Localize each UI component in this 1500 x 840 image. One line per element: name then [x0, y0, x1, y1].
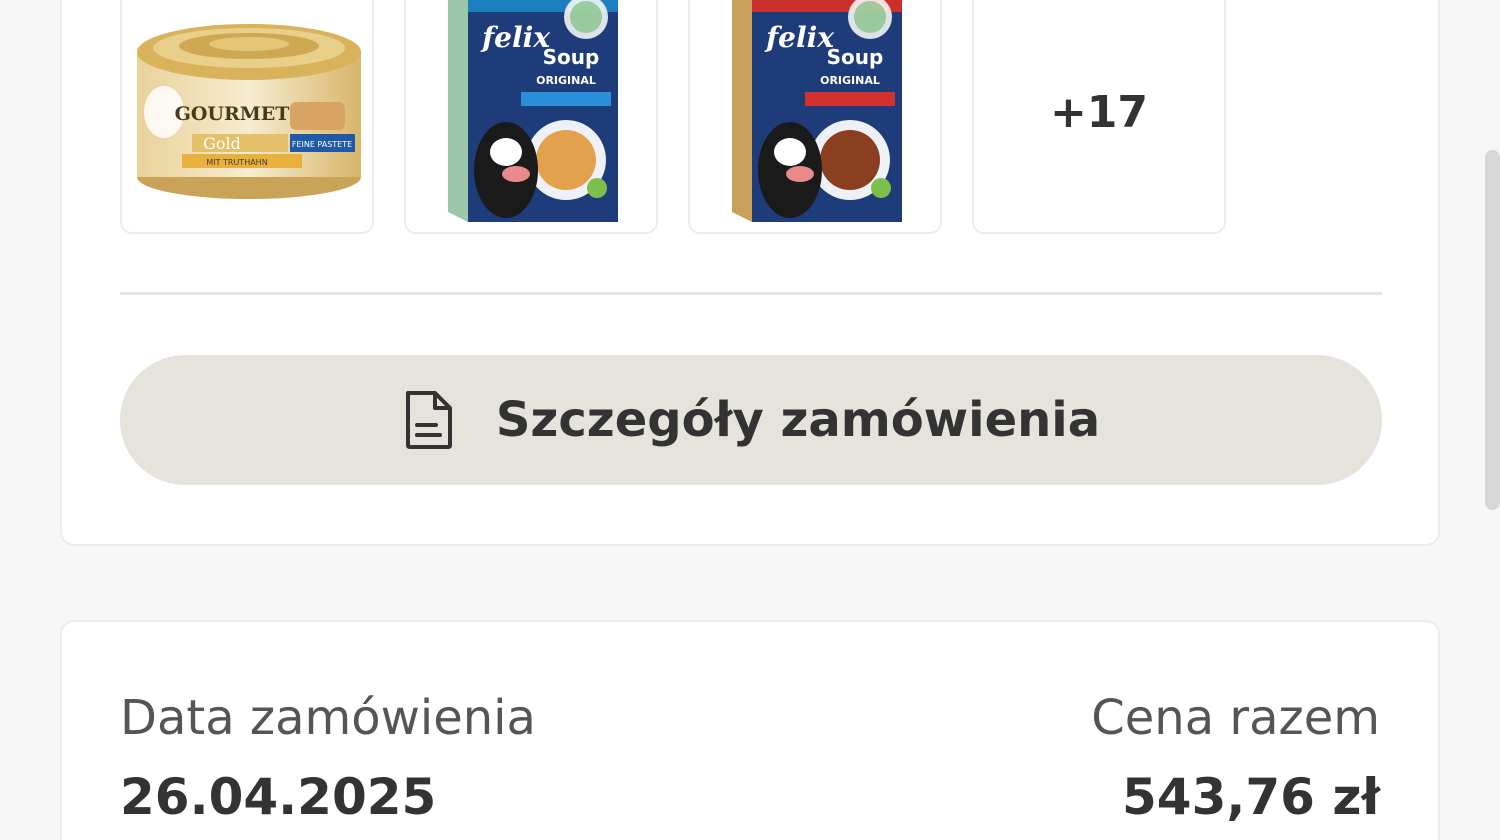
felix-blue-sub-text: Soup — [543, 45, 600, 69]
felix-red-tag-text: ORIGINAL — [820, 74, 880, 87]
scrollbar-thumb[interactable] — [1485, 150, 1500, 510]
gourmet-sub-text: Gold — [203, 134, 241, 153]
gourmet-brand-text: GOURMET — [175, 103, 290, 125]
felix-blue-pack-image: felix Soup ORIGINAL — [448, 0, 618, 222]
document-icon — [402, 389, 456, 451]
order-summary-screen: GOURMET Gold FEINE PASTETE MIT TRUTHAHN … — [0, 0, 1500, 840]
order-total-label: Cena razem — [1091, 690, 1380, 746]
more-products-count: +17 — [1049, 86, 1149, 138]
order-date-value: 26.04.2025 — [120, 768, 437, 826]
order-date-label: Data zamówienia — [120, 690, 536, 746]
felix-blue-tag-text: ORIGINAL — [536, 74, 596, 87]
product-thumbnail-gourmet[interactable]: GOURMET Gold FEINE PASTETE MIT TRUTHAHN — [120, 0, 374, 234]
felix-red-brand-text: felix — [764, 21, 834, 54]
felix-red-pack-image: felix Soup ORIGINAL — [732, 0, 902, 222]
order-details-button[interactable]: Szczegóły zamówienia — [120, 355, 1382, 485]
order-details-label: Szczegóły zamówienia — [495, 392, 1101, 448]
divider — [120, 292, 1382, 295]
product-thumbnail-felix-red[interactable]: felix Soup ORIGINAL — [688, 0, 942, 234]
gourmet-flavor-text: MIT TRUTHAHN — [206, 158, 267, 167]
felix-blue-brand-text: felix — [480, 21, 550, 54]
felix-red-sub-text: Soup — [827, 45, 884, 69]
more-products-tile[interactable]: +17 — [972, 0, 1226, 234]
gourmet-tag-text: FEINE PASTETE — [292, 140, 352, 149]
gourmet-can-image: GOURMET Gold FEINE PASTETE MIT TRUTHAHN — [137, 24, 361, 199]
order-total-value: 543,76 zł — [1121, 768, 1380, 826]
product-thumbnail-felix-blue[interactable]: felix Soup ORIGINAL — [404, 0, 658, 234]
